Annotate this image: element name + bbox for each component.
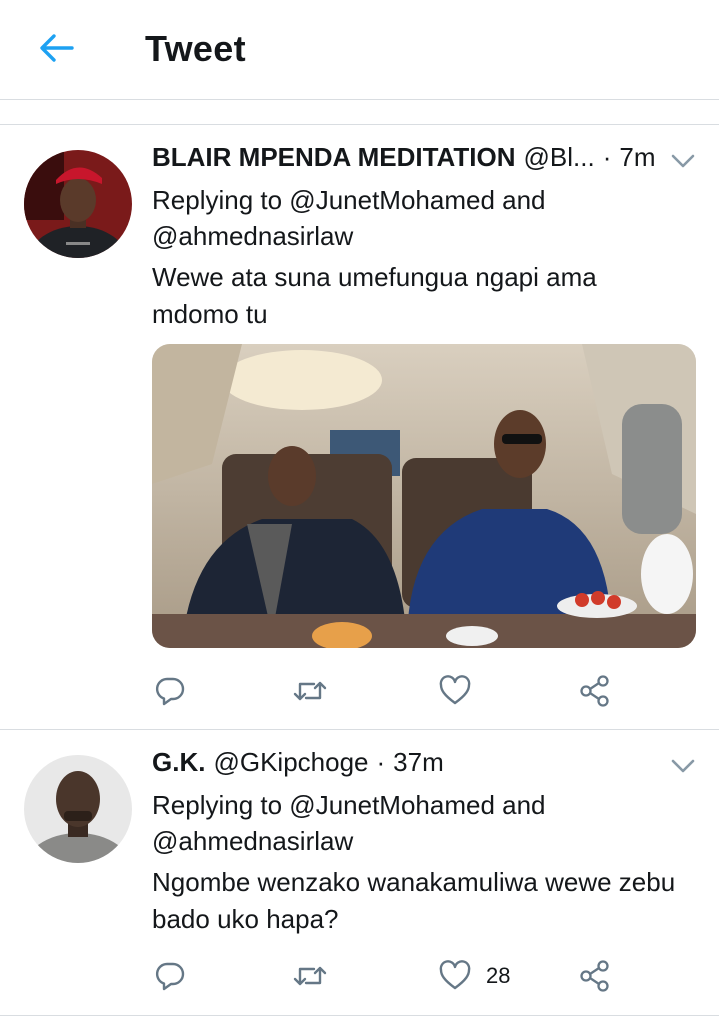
- timestamp[interactable]: 37m: [393, 747, 444, 778]
- separator-dot: ·: [376, 747, 386, 777]
- reply-button[interactable]: [154, 671, 186, 711]
- back-button[interactable]: [36, 28, 76, 68]
- timestamp[interactable]: 7m: [619, 142, 655, 173]
- chevron-down-icon[interactable]: [669, 755, 697, 777]
- retweet-button[interactable]: [292, 671, 328, 711]
- tweet[interactable]: BLAIR MPENDA MEDITATION @Bl... · 7m Repl…: [0, 126, 719, 730]
- tweet-text: Ngombe wenzako wanakamuliwa wewe zebu ba…: [152, 867, 676, 934]
- retweet-button[interactable]: [292, 956, 328, 996]
- top-bar: Tweet: [0, 0, 719, 100]
- display-name[interactable]: BLAIR MPENDA MEDITATION: [152, 142, 516, 173]
- replying-to: Replying to @JunetMohamed and @ahmednasi…: [152, 185, 546, 251]
- avatar[interactable]: [24, 150, 132, 258]
- tweet-text: Wewe ata suna umefungua ngapi ama mdomo …: [152, 262, 597, 329]
- username[interactable]: @GKipchoge: [213, 747, 368, 778]
- page-title: Tweet: [145, 28, 246, 69]
- chevron-down-icon[interactable]: [669, 150, 697, 172]
- arrow-left-icon: [40, 34, 74, 62]
- tweet-actions: 28: [152, 956, 622, 996]
- reply-button[interactable]: [154, 956, 186, 996]
- tweet-meta: G.K. @GKipchoge · 37m: [152, 747, 444, 778]
- replying-to: Replying to @JunetMohamed and @ahmednasi…: [152, 790, 546, 856]
- reply-icon: [155, 677, 185, 706]
- like-button[interactable]: [438, 671, 486, 711]
- tweet-actions: [152, 671, 622, 711]
- retweet-icon: [293, 966, 327, 986]
- share-button[interactable]: [578, 956, 612, 996]
- section-divider: [0, 101, 719, 125]
- tweet-meta: BLAIR MPENDA MEDITATION @Bl... · 7m: [152, 142, 655, 173]
- tweet-photo[interactable]: [152, 344, 696, 648]
- display-name[interactable]: G.K.: [152, 747, 205, 778]
- like-icon: [439, 960, 471, 990]
- username[interactable]: @Bl...: [524, 142, 595, 173]
- tweet[interactable]: G.K. @GKipchoge · 37m Replying to @Junet…: [0, 731, 719, 1016]
- like-count: 28: [486, 963, 511, 988]
- reply-icon: [155, 962, 185, 991]
- like-icon: [439, 675, 471, 705]
- avatar[interactable]: [24, 755, 132, 863]
- like-button[interactable]: 28: [438, 956, 510, 996]
- retweet-icon: [293, 681, 327, 701]
- share-icon: [580, 675, 609, 707]
- separator-dot: ·: [602, 142, 612, 172]
- share-button[interactable]: [578, 671, 612, 711]
- share-icon: [580, 960, 609, 992]
